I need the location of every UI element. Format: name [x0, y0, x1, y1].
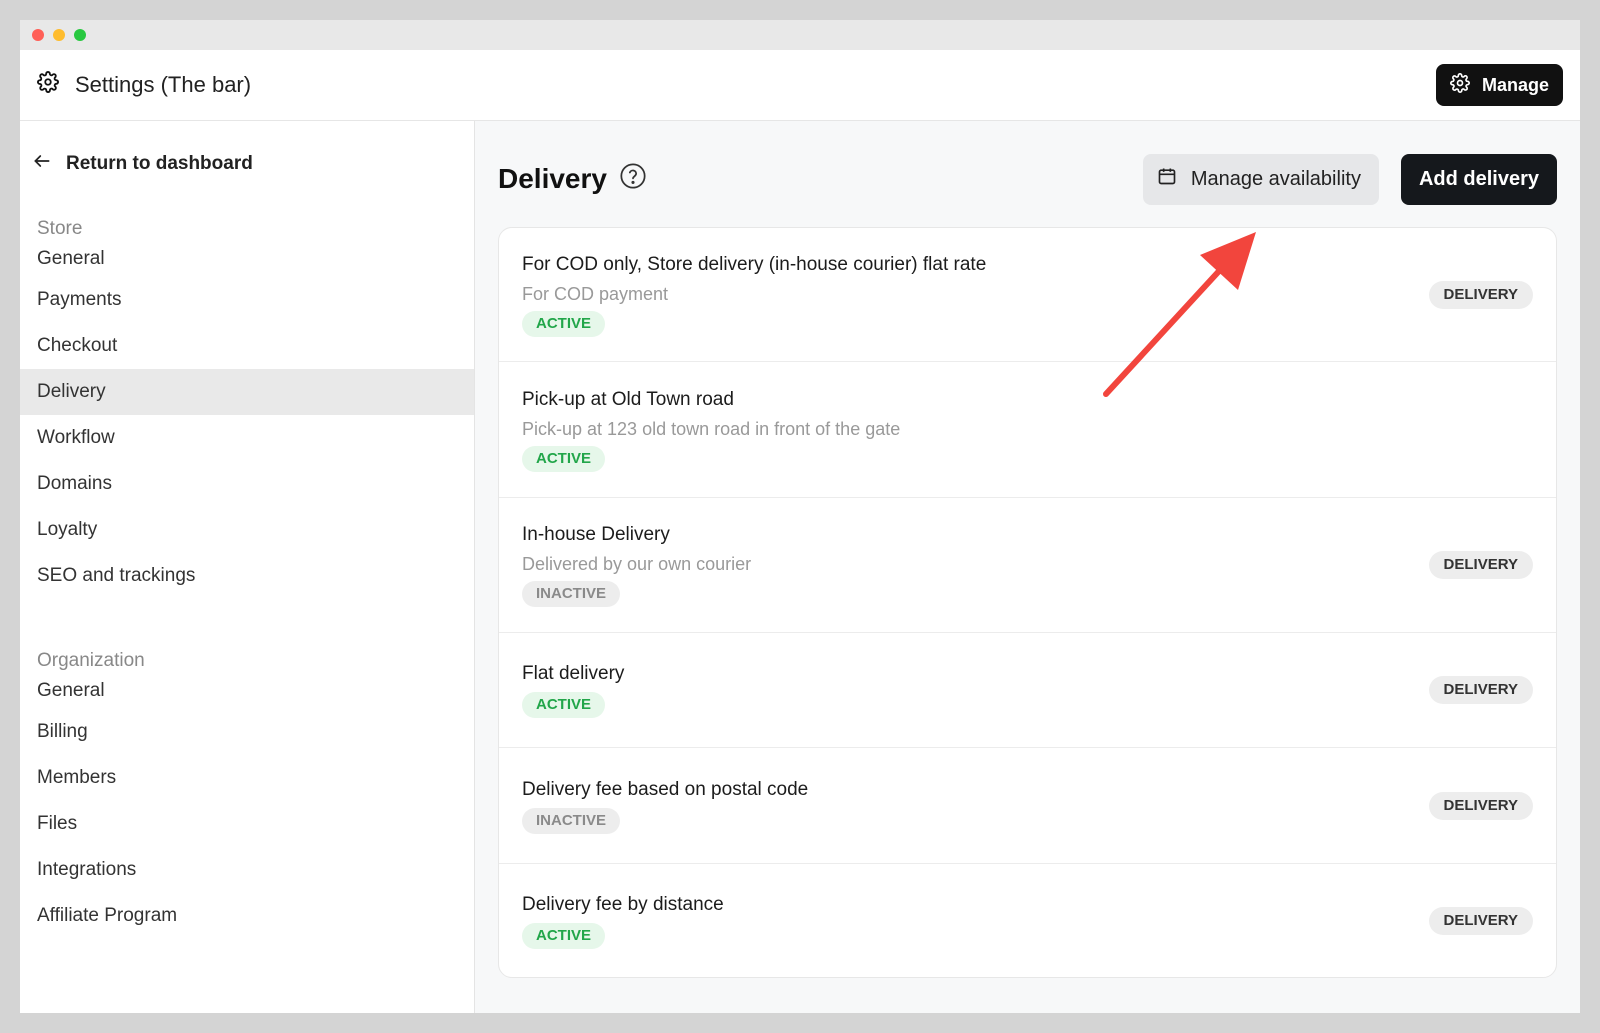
add-delivery-button[interactable]: Add delivery [1400, 153, 1557, 205]
sidebar-item-billing[interactable]: Billing [20, 709, 474, 755]
store-section-label: Store [37, 218, 83, 239]
return-to-dashboard-label: Return to dashboard [66, 153, 253, 174]
page-title-text: Delivery [498, 163, 607, 194]
list-item[interactable]: Delivery fee based on postal code INACTI… [499, 748, 1556, 864]
gear-icon [37, 71, 59, 99]
sidebar-item-workflow[interactable]: Workflow [20, 415, 474, 461]
manage-availability-button[interactable]: Manage availability [1142, 153, 1379, 205]
sidebar-item-delivery[interactable]: Delivery [20, 369, 474, 415]
return-to-dashboard-link[interactable]: Return to dashboard [20, 151, 474, 177]
status-badge: INACTIVE [522, 807, 621, 834]
delivery-method-name: In-house Delivery [522, 524, 670, 545]
list-item[interactable]: Pick-up at Old Town road Pick-up at 123 … [499, 362, 1556, 498]
sidebar-item-integrations[interactable]: Integrations [20, 847, 474, 893]
arrow-left-icon [32, 151, 52, 177]
delivery-type-badge: DELIVERY [1428, 676, 1533, 704]
manage-availability-label: Manage availability [1190, 167, 1361, 190]
delivery-type-badge: DELIVERY [1428, 551, 1533, 579]
main-content: Delivery Manage availability Add deliver… [475, 121, 1580, 1013]
delivery-type-badge: DELIVERY [1428, 906, 1533, 935]
list-item[interactable]: Flat delivery ACTIVE DELIVERY [499, 633, 1556, 748]
list-item[interactable]: For COD only, Store delivery (in-house c… [499, 228, 1556, 362]
delivery-method-list: For COD only, Store delivery (in-house c… [498, 227, 1557, 978]
maximize-window-icon[interactable] [74, 29, 86, 41]
page-title: Delivery [498, 162, 647, 197]
delivery-method-name: Delivery fee based on postal code [522, 778, 809, 800]
sidebar-item-files[interactable]: Files [20, 801, 474, 847]
sidebar-item-checkout[interactable]: Checkout [20, 323, 474, 369]
delivery-type-badge: DELIVERY [1428, 280, 1533, 309]
status-badge: ACTIVE [522, 692, 606, 718]
settings-sidebar: Return to dashboard Store General Paymen… [20, 121, 475, 1013]
organization-section-label: Organization [37, 650, 145, 671]
delivery-method-name: Flat delivery [522, 663, 625, 684]
settings-title: Settings (The bar) [75, 72, 252, 97]
calendar-icon [1157, 166, 1177, 192]
sidebar-item-loyalty[interactable]: Loyalty [20, 507, 474, 553]
delivery-method-name: Pick-up at Old Town road [522, 388, 734, 410]
sidebar-item-org-general[interactable]: General [20, 673, 474, 709]
status-badge: INACTIVE [522, 581, 621, 607]
manage-button-label: Manage [1481, 74, 1549, 95]
window-titlebar [20, 20, 1580, 50]
delivery-method-name: Delivery fee by distance [522, 893, 724, 915]
sidebar-item-store-general[interactable]: General [20, 241, 474, 277]
delivery-method-description: Pick-up at 123 old town road in front of… [522, 418, 901, 439]
manage-button[interactable]: Manage [1435, 64, 1563, 106]
app-window: Settings (The bar) Manage Return to dash… [20, 20, 1580, 1013]
list-item[interactable]: Delivery fee by distance ACTIVE DELIVERY [499, 864, 1556, 977]
delivery-type-badge: DELIVERY [1428, 791, 1533, 820]
minimize-window-icon[interactable] [53, 29, 65, 41]
app-header: Settings (The bar) Manage [20, 50, 1580, 121]
app-title: Settings (The bar) [37, 71, 251, 99]
close-window-icon[interactable] [32, 29, 44, 41]
list-item[interactable]: In-house Delivery Delivered by our own c… [499, 498, 1556, 633]
delivery-method-description: For COD payment [522, 283, 669, 304]
sidebar-item-members[interactable]: Members [20, 755, 474, 801]
sidebar-item-payments[interactable]: Payments [20, 277, 474, 323]
sidebar-item-domains[interactable]: Domains [20, 461, 474, 507]
status-badge: ACTIVE [522, 310, 606, 337]
status-badge: ACTIVE [522, 445, 606, 472]
delivery-method-name: For COD only, Store delivery (in-house c… [522, 253, 987, 275]
gear-icon [1450, 72, 1470, 98]
sidebar-item-seo-and-trackings[interactable]: SEO and trackings [20, 553, 474, 599]
question-circle-icon[interactable] [619, 162, 647, 197]
delivery-method-description: Delivered by our own courier [522, 554, 752, 574]
sidebar-item-affiliate-program[interactable]: Affiliate Program [20, 893, 474, 939]
status-badge: ACTIVE [522, 922, 606, 949]
